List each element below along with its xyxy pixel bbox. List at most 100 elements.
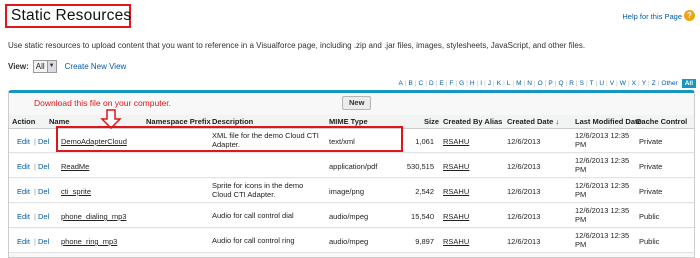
view-select-value: All <box>35 61 45 71</box>
delete-link[interactable]: Del <box>38 162 49 171</box>
edit-link[interactable]: Edit <box>17 137 30 146</box>
action-separator: | <box>34 237 36 246</box>
help-link[interactable]: Help for this Page <box>622 12 682 21</box>
alphabet-letter-m[interactable]: M <box>514 80 523 87</box>
last-modified-line-1: 12/6/2013 12:35 <box>575 206 630 215</box>
last-modified-line-2: PM <box>575 165 587 174</box>
alphabet-letter-q[interactable]: Q <box>556 80 565 87</box>
alphabet-letter-d[interactable]: D <box>427 80 436 87</box>
alphabet-letter-s[interactable]: S <box>578 80 586 87</box>
mime-type: application/pdf <box>329 162 378 171</box>
header-namespace-prefix[interactable]: Namespace Prefix <box>146 117 211 126</box>
alphabet-letter-z[interactable]: Z <box>650 80 658 87</box>
alphabet-letter-x[interactable]: X <box>630 80 638 87</box>
header-last-modified[interactable]: Last Modified Date <box>575 117 642 126</box>
delete-link[interactable]: Del <box>38 187 49 196</box>
created-by-alias-link[interactable]: RSAHU <box>443 187 469 196</box>
page-description: Use static resources to upload content t… <box>8 41 586 50</box>
delete-link[interactable]: Del <box>38 237 49 246</box>
alphabet-letter-y[interactable]: Y <box>640 80 648 87</box>
header-description[interactable]: Description <box>212 117 253 126</box>
sort-arrow-icon: ↓ <box>555 117 560 126</box>
alphabet-letter-o[interactable]: O <box>536 80 545 87</box>
alphabet-letter-c[interactable]: C <box>417 80 426 87</box>
alphabet-letter-r[interactable]: R <box>567 80 576 87</box>
resource-name-link[interactable]: cti_sprite <box>61 187 91 196</box>
edit-link[interactable]: Edit <box>17 237 30 246</box>
download-annotation: Download this file on your computer. <box>34 98 172 108</box>
header-created-by-alias[interactable]: Created By Alias <box>443 117 502 126</box>
created-date: 12/6/2013 <box>507 212 541 221</box>
header-name[interactable]: Name <box>49 117 69 126</box>
view-select[interactable]: All ▼ <box>32 59 57 73</box>
last-modified-line-1: 12/6/2013 12:35 <box>575 231 630 240</box>
mime-type: audio/mpeg <box>329 237 369 246</box>
description-line-1: Sprite for icons in the demo <box>212 181 304 190</box>
header-size[interactable]: Size <box>424 117 439 126</box>
alphabet-letter-u[interactable]: U <box>597 80 606 87</box>
alphabet-letter-a[interactable]: A <box>396 80 404 87</box>
edit-link[interactable]: Edit <box>17 187 30 196</box>
last-modified-line-1: 12/6/2013 12:35 <box>575 131 630 140</box>
alphabet-letter-all[interactable]: All <box>681 79 696 88</box>
mime-type: audio/mpeg <box>329 212 369 221</box>
alphabet-letter-p[interactable]: P <box>546 80 554 87</box>
highlight-box <box>56 126 403 152</box>
header-action: Action <box>12 117 36 126</box>
header-mime-type[interactable]: MIME Type <box>329 117 368 126</box>
action-separator: | <box>34 162 36 171</box>
file-size: 1,061 <box>415 137 434 146</box>
created-date: 12/6/2013 <box>507 237 541 246</box>
alphabet-letter-other[interactable]: Other <box>659 80 679 87</box>
file-size: 2,542 <box>415 187 434 196</box>
edit-link[interactable]: Edit <box>17 162 30 171</box>
table-row: Edit | Del ReadMe application/pdf 530,515 RSAH… <box>9 154 694 178</box>
view-label: View: <box>8 61 29 71</box>
table-row: Edit | Del phone_ring_mp3 Audio for call con… <box>9 229 694 253</box>
created-date: 12/6/2013 <box>507 187 541 196</box>
file-size: 530,515 <box>406 162 434 171</box>
alphabet-letter-w[interactable]: W <box>618 80 628 87</box>
header-created-date[interactable]: Created Date ↓ <box>507 117 559 126</box>
alphabet-letter-e[interactable]: E <box>437 80 445 87</box>
chevron-down-icon[interactable]: ▼ <box>46 60 56 72</box>
alphabet-letter-g[interactable]: G <box>457 80 466 87</box>
created-by-alias-link[interactable]: RSAHU <box>443 237 469 246</box>
created-by-alias-link[interactable]: RSAHU <box>443 137 469 146</box>
new-button[interactable]: New <box>342 96 372 110</box>
last-modified-line-2: PM <box>575 240 587 249</box>
last-modified-line-1: 12/6/2013 12:35 <box>575 156 630 165</box>
description-line-1: Audio for call control dial <box>212 211 294 220</box>
alphabet-letter-t[interactable]: T <box>588 80 596 87</box>
alphabet-letter-b[interactable]: B <box>406 80 414 87</box>
create-new-view-link[interactable]: Create New View <box>65 62 127 71</box>
action-separator: | <box>34 137 36 146</box>
page-title: Static Resources <box>11 7 132 24</box>
alphabet-letter-h[interactable]: H <box>468 80 477 87</box>
cache-control: Private <box>639 187 663 196</box>
created-by-alias-link[interactable]: RSAHU <box>443 162 469 171</box>
delete-link[interactable]: Del <box>38 212 49 221</box>
created-by-alias-link[interactable]: RSAHU <box>443 212 469 221</box>
alphabet-letter-l[interactable]: L <box>505 80 513 87</box>
resource-name-link[interactable]: ReadMe <box>61 162 89 171</box>
alphabet-letter-n[interactable]: N <box>525 80 534 87</box>
action-separator: | <box>34 212 36 221</box>
alphabet-letter-j[interactable]: J <box>486 80 493 87</box>
alphabet-letter-f[interactable]: F <box>447 80 455 87</box>
edit-link[interactable]: Edit <box>17 212 30 221</box>
resource-name-link[interactable]: phone_ring_mp3 <box>61 237 117 246</box>
resource-name-link[interactable]: phone_dialing_mp3 <box>61 212 126 221</box>
view-selector-row: View: All ▼ Create New View <box>8 59 126 73</box>
cache-control: Public <box>639 212 660 221</box>
header-cache-control[interactable]: Cache Control <box>636 117 687 126</box>
alphabet-letter-v[interactable]: V <box>608 80 616 87</box>
last-modified-line-2: PM <box>575 190 587 199</box>
delete-link[interactable]: Del <box>38 137 49 146</box>
file-size: 15,540 <box>411 212 434 221</box>
alphabet-letter-k[interactable]: K <box>495 80 503 87</box>
header-created-date-label: Created Date <box>507 117 554 126</box>
table-row: Edit | Del phone_dialing_mp3 Audio for call … <box>9 204 694 228</box>
last-modified-line-2: PM <box>575 215 587 224</box>
help-icon[interactable]: ? <box>684 10 695 21</box>
